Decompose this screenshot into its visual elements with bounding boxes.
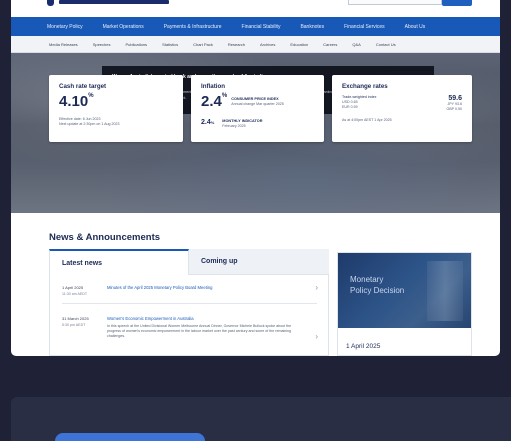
inflation-cpi-value: 2.4% — [201, 93, 227, 110]
news-item[interactable]: 1 April 2025 11:30 am AEDT Minutes of th… — [50, 283, 328, 296]
inflation-cpi-unit: % — [221, 93, 228, 99]
inflation-monthly-text: Monthly indicator February 2025 — [222, 119, 262, 129]
inflation-monthly-unit: % — [210, 120, 215, 125]
nav-item-banknotes[interactable]: Banknotes — [300, 24, 324, 30]
logo-wordmark — [59, 0, 169, 4]
chevron-right-icon[interactable]: › — [315, 283, 318, 292]
search-input[interactable] — [348, 0, 442, 5]
exchange-rates-left: Trade-weighted index USD 0.65 EUR 0.59 — [342, 95, 376, 112]
exchange-gbp: GBP 0.50 — [446, 107, 462, 111]
tab-coming-up[interactable]: Coming up — [189, 249, 329, 275]
news-item-date-day: 31 March 2025 — [62, 316, 89, 321]
feature-image: Monetary Policy Decision — [338, 253, 471, 328]
cash-rate-value: 4.10% — [59, 93, 173, 110]
news-item-link[interactable]: Minutes of the April 2025 Monetary Polic… — [107, 285, 297, 290]
news-tabs: Latest news Coming up — [49, 249, 329, 275]
tab-latest-news[interactable]: Latest news — [49, 249, 189, 275]
subnav-item-qa[interactable]: Q&A — [352, 42, 360, 47]
news-item-date: 1 April 2025 11:30 am AEDT — [50, 285, 107, 296]
cash-rate-title: Cash rate target — [59, 83, 107, 90]
news-item-body: Women's Economic Empowerment in Australi… — [107, 316, 297, 339]
cash-rate-card[interactable]: Cash rate target 4.10% Effective date: 6… — [49, 75, 183, 142]
feature-caption-line2: Policy Decision — [350, 286, 405, 295]
inflation-monthly-row: 2.4% Monthly indicator February 2025 — [201, 119, 314, 129]
news-item-body: Minutes of the April 2025 Monetary Polic… — [107, 285, 297, 296]
news-list: 1 April 2025 11:30 am AEDT Minutes of th… — [49, 275, 329, 356]
feature-card[interactable]: Monetary Policy Decision 1 April 2025 — [337, 252, 472, 356]
browser-screenshot-frame: Monetary Policy Market Operations Paymen… — [11, 0, 500, 356]
nav-item-about-us[interactable]: About Us — [405, 24, 426, 30]
cash-rate-number: 4.10 — [59, 93, 89, 110]
nav-item-market-operations[interactable]: Market Operations — [103, 24, 144, 30]
subnav-item-statistics[interactable]: Statistics — [162, 42, 178, 47]
news-item-date-time: 5:30 pm AEDT — [62, 323, 86, 327]
news-item[interactable]: 31 March 2025 5:30 pm AEDT Women's Econo… — [50, 316, 328, 341]
logo-icon — [47, 0, 54, 6]
news-item-description: In this speech at the United Divisional … — [107, 324, 292, 338]
exchange-twi-value: 59.6 — [448, 95, 462, 102]
inflation-monthly-desc: February 2025 — [222, 124, 246, 128]
top-header — [11, 0, 500, 12]
nav-item-payments[interactable]: Payments & Infrastructure — [164, 24, 222, 30]
inflation-cpi-text: Consumer price index Annual change Mar q… — [231, 97, 284, 107]
news-item-date: 31 March 2025 5:30 pm AEDT — [50, 316, 107, 339]
exchange-rates-timestamp: As at 4:00pm AEST 1 Apr 2025 — [342, 118, 392, 122]
bottom-action-button[interactable] — [55, 433, 205, 441]
feature-caption-line1: Monetary — [350, 275, 384, 284]
news-item-date-time: 11:30 am AEDT — [62, 292, 88, 296]
feature-caption: Monetary Policy Decision — [350, 274, 404, 296]
inflation-title: Inflation — [201, 83, 226, 90]
news-divider — [62, 303, 317, 304]
subnav-item-speeches[interactable]: Speeches — [93, 42, 111, 47]
inflation-card[interactable]: Inflation 2.4% Consumer price index Annu… — [191, 75, 324, 142]
subnav-item-archives[interactable]: Archives — [260, 42, 275, 47]
nav-item-financial-stability[interactable]: Financial Stability — [242, 24, 281, 30]
search-button[interactable] — [442, 0, 472, 6]
chevron-right-icon[interactable]: › — [315, 332, 318, 341]
cash-rate-unit: % — [88, 93, 94, 99]
exchange-eur: EUR 0.59 — [342, 105, 358, 109]
news-item-link[interactable]: Women's Economic Empowerment in Australi… — [107, 316, 297, 321]
news-item-date-day: 1 April 2025 — [62, 285, 84, 290]
inflation-cpi-number: 2.4 — [201, 93, 222, 110]
subnav-item-publications[interactable]: Publications — [125, 42, 147, 47]
subnav-item-careers[interactable]: Careers — [323, 42, 337, 47]
cash-rate-next-update: Next update at 2:30pm on 1 Aug 2023 — [59, 122, 120, 126]
subnav-item-chart-pack[interactable]: Chart Pack — [193, 42, 213, 47]
exchange-rates-title: Exchange rates — [342, 83, 388, 90]
nav-item-monetary-policy[interactable]: Monetary Policy — [47, 24, 83, 30]
inflation-monthly-value: 2.4% — [201, 119, 214, 126]
inflation-monthly-number: 2.4 — [201, 119, 211, 126]
subnav-item-research[interactable]: Research — [228, 42, 245, 47]
subnav-item-media-releases[interactable]: Media Releases — [49, 42, 78, 47]
main-nav: Monetary Policy Market Operations Paymen… — [11, 17, 500, 36]
feature-date: 1 April 2025 — [346, 343, 381, 350]
subnav-item-contact[interactable]: Contact Us — [376, 42, 396, 47]
news-section-title: News & Announcements — [49, 232, 161, 243]
exchange-rates-right: 59.6 JPY 93.6 GBP 0.50 — [446, 95, 462, 112]
exchange-rates-card[interactable]: Exchange rates Trade-weighted index USD … — [332, 75, 472, 142]
nav-item-financial-services[interactable]: Financial Services — [344, 24, 385, 30]
inflation-cpi-row: 2.4% Consumer price index Annual change … — [201, 93, 314, 110]
subnav-item-education[interactable]: Education — [290, 42, 308, 47]
exchange-rates-body: Trade-weighted index USD 0.65 EUR 0.59 5… — [342, 95, 462, 112]
site-logo[interactable] — [47, 0, 169, 6]
inflation-cpi-desc: Annual change Mar quarter 2025 — [231, 102, 284, 106]
secondary-nav: Media Releases Speeches Publications Sta… — [11, 36, 500, 53]
